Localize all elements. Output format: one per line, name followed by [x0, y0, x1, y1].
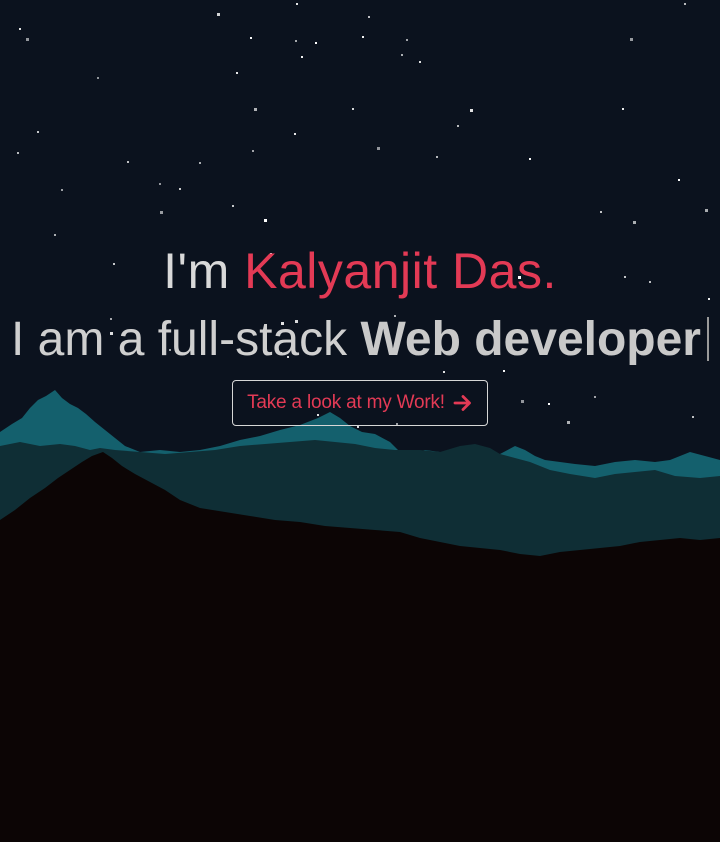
tagline-prefix: I am a full-stack [11, 313, 348, 366]
star [19, 28, 21, 30]
greeting-heading: I'm Kalyanjit Das. [0, 238, 720, 304]
star [362, 36, 364, 38]
star [600, 211, 602, 213]
star [26, 38, 29, 41]
star [236, 72, 238, 74]
hero-content: I'm Kalyanjit Das. I am a full-stack Web… [0, 238, 720, 426]
star [264, 219, 267, 222]
star [17, 152, 19, 154]
star [436, 156, 438, 158]
star [250, 37, 252, 39]
star [254, 108, 257, 111]
star [401, 54, 403, 56]
greeting-prefix: I'm [163, 243, 230, 299]
star [127, 161, 129, 163]
star [54, 234, 56, 236]
star [159, 183, 161, 185]
star [622, 108, 624, 110]
star [296, 3, 298, 5]
view-work-button[interactable]: Take a look at my Work! [232, 380, 488, 426]
tagline: I am a full-stack Web developer [0, 304, 720, 376]
star [357, 426, 359, 428]
star [315, 42, 317, 44]
star [630, 38, 633, 41]
star [377, 147, 380, 150]
star [705, 209, 708, 212]
developer-name: Kalyanjit Das. [244, 243, 557, 299]
star [406, 39, 408, 41]
star [199, 162, 201, 164]
star [232, 205, 234, 207]
star [352, 108, 354, 110]
star [684, 3, 686, 5]
star [295, 40, 297, 42]
star [368, 16, 370, 18]
star [217, 13, 220, 16]
hero-section: I'm Kalyanjit Das. I am a full-stack Web… [0, 0, 720, 842]
star [160, 211, 163, 214]
star [678, 179, 680, 181]
tagline-role: Web developer [360, 313, 701, 366]
typing-cursor [706, 317, 709, 361]
star [179, 188, 181, 190]
arrow-right-icon [453, 395, 471, 411]
star [457, 125, 459, 127]
star [470, 109, 473, 112]
star [419, 61, 421, 63]
star [61, 189, 63, 191]
view-work-button-label: Take a look at my Work! [247, 392, 445, 413]
star [301, 56, 303, 58]
star [252, 150, 254, 152]
star [529, 158, 531, 160]
star [37, 131, 39, 133]
star [294, 133, 296, 135]
star [97, 77, 99, 79]
star [633, 221, 636, 224]
